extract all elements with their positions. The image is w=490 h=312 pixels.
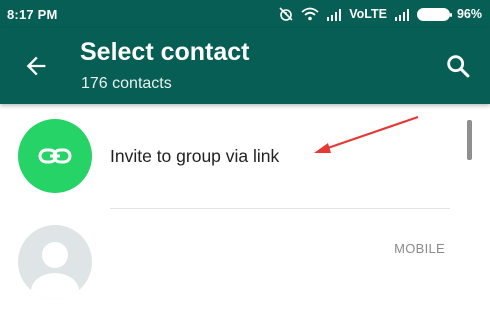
network-type: VoLTE [349,7,387,21]
status-time: 8:17 PM [7,6,58,22]
battery-percent: 96% [456,7,482,21]
alarm-off-icon [278,6,294,22]
status-bar: 8:17 PM VoLTE 96% [0,0,490,28]
battery-icon [416,7,452,21]
status-icons: VoLTE 96% [278,6,482,22]
contact-type-label: MOBILE [394,241,445,256]
invite-label: Invite to group via link [110,146,280,166]
default-avatar-icon [18,225,92,299]
contact-count: 176 contacts [81,75,172,92]
search-icon[interactable] [444,52,472,80]
signal-icon [326,8,342,21]
signal-icon [394,8,410,21]
wifi-icon [301,7,319,21]
contact-row[interactable]: MOBILE [0,209,490,312]
scrollbar[interactable] [467,120,472,160]
link-icon [18,119,92,193]
annotation-arrow-icon [314,115,419,153]
page-title: Select contact [80,38,250,66]
arrow-back-icon[interactable] [22,52,50,80]
app-bar: Select contact 176 contacts [0,28,490,104]
